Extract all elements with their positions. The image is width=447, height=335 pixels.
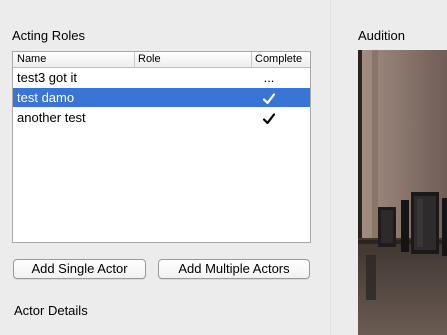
audition-video-preview[interactable] [358,50,447,335]
acting-roles-table[interactable]: Name Role Complete test3 got it ... test… [12,51,311,243]
add-single-actor-button[interactable]: Add Single Actor [13,259,146,279]
column-header-role[interactable]: Role [134,52,251,67]
table-row-selected[interactable]: test damo [13,88,310,107]
row-complete-status [251,88,287,107]
column-header-name[interactable]: Name [13,52,134,67]
panel-divider [330,0,331,335]
checkmark-icon [262,112,276,124]
table-row[interactable]: another test [13,108,310,127]
row-complete-status [251,108,287,127]
row-name: another test [17,110,86,125]
row-name: test damo [17,90,75,105]
add-multiple-actors-button[interactable]: Add Multiple Actors [158,259,310,279]
checkmark-icon [262,92,276,104]
column-header-complete[interactable]: Complete [251,52,310,67]
acting-roles-title: Acting Roles [12,28,85,43]
row-name: test3 got it [17,70,77,85]
table-header: Name Role Complete [13,52,310,68]
table-row[interactable]: test3 got it ... [13,68,310,87]
row-complete-status: ... [263,70,275,85]
actor-details-title: Actor Details [14,303,88,318]
video-frame-image [358,50,447,335]
audition-title: Audition [358,28,405,43]
